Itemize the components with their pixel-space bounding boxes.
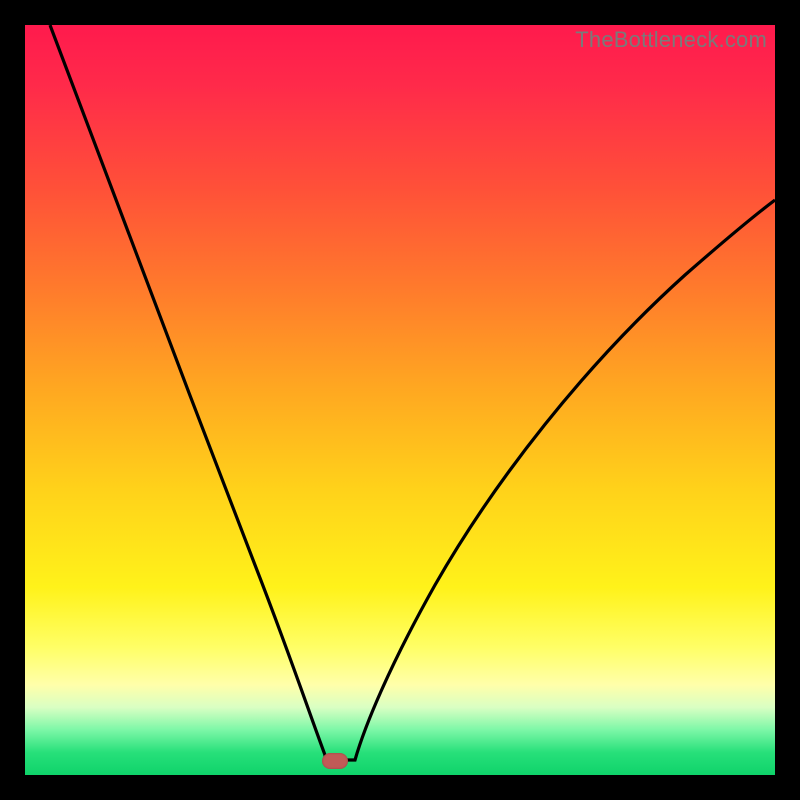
bottleneck-curve bbox=[25, 25, 775, 775]
watermark-text: TheBottleneck.com bbox=[575, 27, 767, 53]
optimal-marker bbox=[322, 753, 348, 769]
curve-path bbox=[50, 25, 775, 760]
chart-area: TheBottleneck.com bbox=[25, 25, 775, 775]
